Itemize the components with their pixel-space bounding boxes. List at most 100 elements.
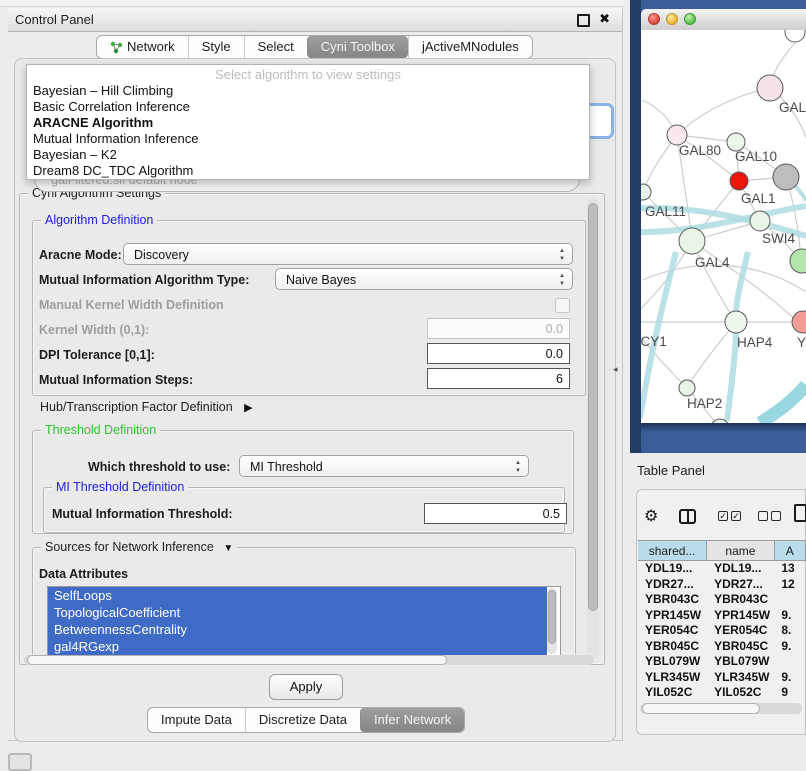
mi-steps-label: Mutual Information Steps: <box>39 373 193 387</box>
table-row[interactable]: YBR043CYBR043C <box>638 592 806 608</box>
network-edge[interactable] <box>677 88 770 135</box>
attribute-item-topologicalcoefficient[interactable]: TopologicalCoefficient <box>48 604 547 621</box>
network-edge[interactable] <box>760 385 806 423</box>
data-attributes-list[interactable]: SelfLoopsTopologicalCoefficientBetweenne… <box>47 586 561 658</box>
table-row[interactable]: YBL079WYBL079W <box>638 654 806 670</box>
mi-threshold-label: Mutual Information Threshold: <box>52 507 233 521</box>
network-node[interactable] <box>790 249 806 273</box>
tab-network[interactable]: Network <box>97 36 188 58</box>
node-label-gal4: GAL4 <box>695 255 730 270</box>
settings-hscrollbar-thumb[interactable] <box>27 655 447 665</box>
tab-cyni-toolbox[interactable]: Cyni Toolbox <box>307 36 408 58</box>
kernel-width-field[interactable]: 0.0 <box>427 318 570 339</box>
dropdown-item-bayesian-hill-climbing[interactable]: Bayesian – Hill Climbing <box>27 83 589 99</box>
network-node-gal4[interactable] <box>679 228 705 254</box>
column-header-name[interactable]: name <box>707 540 774 561</box>
table-row[interactable]: YBR045CYBR045C9. <box>638 639 806 655</box>
table-row[interactable]: YDR27...YDR27...12 <box>638 577 806 593</box>
control-panel-window: Control Panel ✖ NetworkStyleSelectCyni T… <box>8 8 623 741</box>
hub-definition-expander[interactable]: Hub/Transcription Factor Definition ▶ <box>40 400 253 414</box>
network-node-gal1[interactable] <box>730 172 748 190</box>
aracne-mode-label: Aracne Mode: <box>39 248 122 262</box>
dpi-tolerance-field[interactable]: 0.0 <box>427 343 570 364</box>
sources-expander[interactable]: Sources for Network Inference ▼ <box>41 540 237 554</box>
mi-threshold-field[interactable]: 0.5 <box>424 503 567 524</box>
network-node-hap2[interactable] <box>679 380 695 396</box>
table-cell: YER054C <box>707 623 774 639</box>
manual-kernel-width-checkbox[interactable] <box>555 298 570 313</box>
dropdown-placeholder: Select algorithm to view settings <box>27 67 589 83</box>
table-hscrollbar-thumb[interactable] <box>642 703 760 714</box>
dropdown-item-mutual-information-inference[interactable]: Mutual Information Inference <box>27 131 589 147</box>
network-node-y[interactable] <box>792 311 806 333</box>
network-node[interactable] <box>773 164 799 190</box>
mi-steps-field[interactable]: 6 <box>427 368 570 389</box>
settings-hscrollbar-track <box>24 655 594 665</box>
network-node-gal[interactable] <box>757 75 783 101</box>
new-table-icon[interactable] <box>794 504 806 522</box>
column-header-a[interactable]: A <box>775 540 806 561</box>
column-layout-icon[interactable] <box>679 509 696 524</box>
node-label-gal: GAL <box>779 100 806 115</box>
expander-arrow-icon: ▶ <box>244 401 252 414</box>
node-attribute-table: shared...nameAYDL19...YDL19...13YDR27...… <box>638 540 806 701</box>
network-edge[interactable] <box>687 322 736 388</box>
dropdown-item-basic-correlation-inference[interactable]: Basic Correlation Inference <box>27 99 589 115</box>
tab-style[interactable]: Style <box>188 36 244 58</box>
bottom-tab-infer-network[interactable]: Infer Network <box>360 708 464 732</box>
node-label-gal10: GAL10 <box>735 149 777 164</box>
unchecked-checkbox-icon[interactable] <box>758 511 768 521</box>
network-edge[interactable] <box>641 192 643 322</box>
network-canvas[interactable]: GALGAL80GAL10GAL1GAL11GAL4SWI4GCY1HAP4YH… <box>641 30 806 423</box>
column-header-shared[interactable]: shared... <box>638 540 707 561</box>
bottom-tab-discretize-data[interactable]: Discretize Data <box>245 708 360 732</box>
tab-label: Select <box>258 36 294 58</box>
attribute-item-betweennesscentrality[interactable]: BetweennessCentrality <box>48 621 547 638</box>
table-row[interactable]: YIL052CYIL052C9 <box>638 685 806 701</box>
tab-select[interactable]: Select <box>244 36 307 58</box>
attribute-item-gal4rgexp[interactable]: gal4RGexp <box>48 638 547 655</box>
network-window-titlebar[interactable] <box>641 9 806 31</box>
table-row[interactable]: YDL19...YDL19...13 <box>638 561 806 577</box>
hub-definition-label: Hub/Transcription Factor Definition <box>40 400 233 414</box>
dropdown-item-dream8-dc-tdc-algorithm[interactable]: Dream8 DC_TDC Algorithm <box>27 163 589 179</box>
close-icon[interactable]: ✖ <box>599 11 610 27</box>
dropdown-item-aracne-algorithm[interactable]: ARACNE Algorithm <box>27 115 589 131</box>
network-edge[interactable] <box>692 241 736 322</box>
which-threshold-select[interactable]: MI Threshold ▲▼ <box>239 455 529 477</box>
mi-algorithm-type-label: Mutual Information Algorithm Type: <box>39 273 249 287</box>
gear-icon[interactable]: ⚙ <box>644 506 658 525</box>
network-node-hap4[interactable] <box>725 311 747 333</box>
table-cell: YPR145W <box>707 608 774 624</box>
minimize-traffic-light-icon[interactable] <box>666 13 678 25</box>
network-node[interactable] <box>785 30 805 42</box>
aracne-mode-select[interactable]: Discovery ▲▼ <box>123 243 573 265</box>
attribute-item-selfloops[interactable]: SelfLoops <box>48 587 547 604</box>
top-tab-bar: NetworkStyle Select Cyni ToolboxjActiveMNo… <box>96 35 533 59</box>
network-node-gal11[interactable] <box>641 184 651 200</box>
zoom-traffic-light-icon[interactable] <box>684 13 696 25</box>
checked-checkbox-icon[interactable]: ✓ <box>718 511 728 521</box>
checked-checkbox-icon[interactable]: ✓ <box>731 511 741 521</box>
unchecked-checkbox-icon[interactable] <box>771 511 781 521</box>
network-node-swi4[interactable] <box>750 211 770 231</box>
table-row[interactable]: YER054CYER054C8. <box>638 623 806 639</box>
minimized-panel-icon[interactable] <box>8 753 32 771</box>
dropdown-item-bayesian-k2[interactable]: Bayesian – K2 <box>27 147 589 163</box>
sources-title: Sources for Network Inference <box>45 540 214 554</box>
node-label-gal80: GAL80 <box>679 143 721 158</box>
close-traffic-light-icon[interactable] <box>648 13 660 25</box>
settings-scrollbar-thumb[interactable] <box>588 203 598 611</box>
list-scrollbar-thumb[interactable] <box>548 590 556 644</box>
combo-stepper-icon: ▲▼ <box>515 459 521 475</box>
network-node-gal80[interactable] <box>667 125 687 145</box>
table-row[interactable]: YLR345WYLR345W9. <box>638 670 806 686</box>
apply-button[interactable]: Apply <box>269 674 343 700</box>
mi-algorithm-type-select[interactable]: Naive Bayes ▲▼ <box>275 268 573 290</box>
table-row[interactable]: YPR145WYPR145W9. <box>638 608 806 624</box>
float-window-icon[interactable] <box>577 14 590 27</box>
which-threshold-value: MI Threshold <box>250 460 323 474</box>
tab-jactivemnodules[interactable]: jActiveMNodules <box>408 36 532 58</box>
panel-divider-arrow-icon[interactable]: ◂ <box>613 364 618 375</box>
bottom-tab-impute-data[interactable]: Impute Data <box>148 708 245 732</box>
